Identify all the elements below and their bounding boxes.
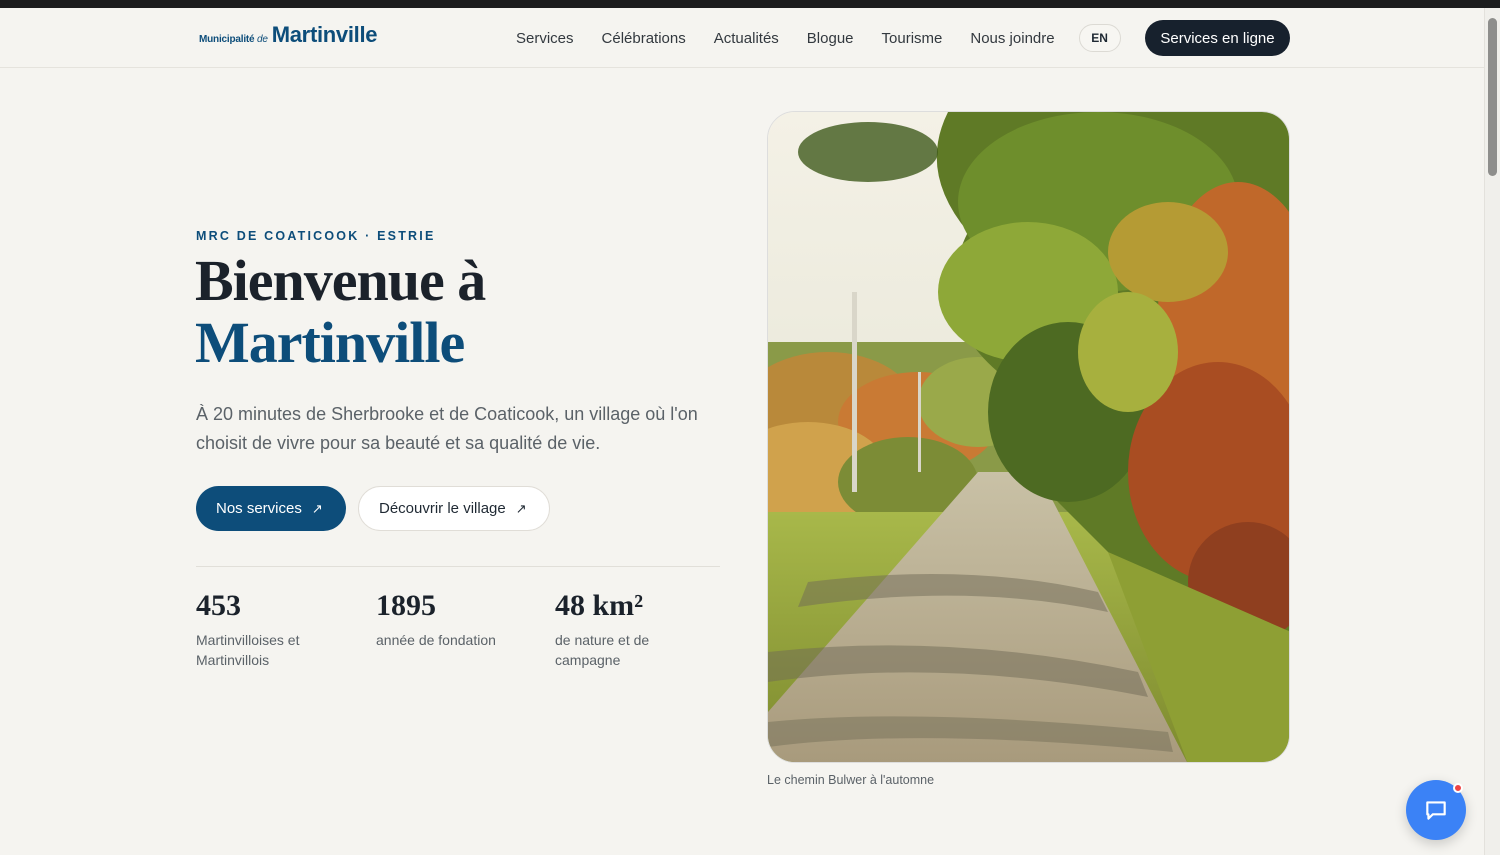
nav-item-celebrations[interactable]: Célébrations xyxy=(588,30,700,47)
discover-village-button[interactable]: Découvrir le village ↗ xyxy=(358,486,550,531)
logo-prefix: Municipalité de xyxy=(199,34,268,45)
nav-item-services[interactable]: Services xyxy=(502,30,588,47)
language-toggle-button[interactable]: EN xyxy=(1078,24,1121,52)
arrow-up-right-icon: ↗ xyxy=(515,500,527,516)
hero-title-line1: Bienvenue à xyxy=(195,248,486,313)
nav-item-actualites[interactable]: Actualités xyxy=(700,30,793,47)
stat-area: 48 km² de nature et de campagne xyxy=(555,588,720,670)
stat-value: 48 km² xyxy=(555,589,644,622)
notification-dot xyxy=(1453,783,1463,793)
browser-top-strip xyxy=(0,0,1500,8)
services-button-label: Nos services xyxy=(216,500,302,517)
page-scrollbar[interactable] xyxy=(1484,8,1500,855)
hero-title-line2: Martinville xyxy=(195,310,465,375)
stat-label: Martinvilloises et Martinvillois xyxy=(196,632,300,668)
stat-label: année de fondation xyxy=(376,632,496,648)
main-nav: Services Célébrations Actualités Blogue … xyxy=(502,8,1121,68)
site-logo[interactable]: Municipalité de Martinville xyxy=(199,22,378,48)
photo-caption: Le chemin Bulwer à l'automne xyxy=(767,773,935,787)
nav-item-blogue[interactable]: Blogue xyxy=(793,30,868,47)
chat-bubble-icon xyxy=(1426,801,1446,820)
hero-photo xyxy=(767,111,1290,763)
hero-lead: À 20 minutes de Sherbrooke et de Coatico… xyxy=(196,404,698,453)
nav-item-tourisme[interactable]: Tourisme xyxy=(868,30,957,47)
scrollbar-thumb[interactable] xyxy=(1488,18,1497,176)
stat-value: 453 xyxy=(196,589,241,622)
online-services-button[interactable]: Services en ligne xyxy=(1145,20,1290,56)
discover-village-button-label: Découvrir le village xyxy=(379,500,506,517)
stats-divider xyxy=(196,566,720,567)
hero-title: Bienvenue à Martinville xyxy=(195,248,486,375)
stat-population: 453 Martinvilloises et Martinvillois xyxy=(196,588,361,670)
stat-value: 1895 xyxy=(376,589,436,622)
stat-label: de nature et de campagne xyxy=(555,632,650,668)
nav-item-nous-joindre[interactable]: Nous joindre xyxy=(956,30,1068,47)
site-header: Municipalité de Martinville Services Cél… xyxy=(0,8,1484,68)
stat-founded: 1895 année de fondation xyxy=(376,588,541,650)
arrow-up-right-icon: ↗ xyxy=(311,500,323,516)
logo-name: Martinville xyxy=(271,22,378,47)
autumn-road-illustration xyxy=(768,112,1289,762)
hero-eyebrow: MRC DE COATICOOK · ESTRIE xyxy=(196,229,436,243)
services-button[interactable]: Nos services ↗ xyxy=(196,486,346,531)
